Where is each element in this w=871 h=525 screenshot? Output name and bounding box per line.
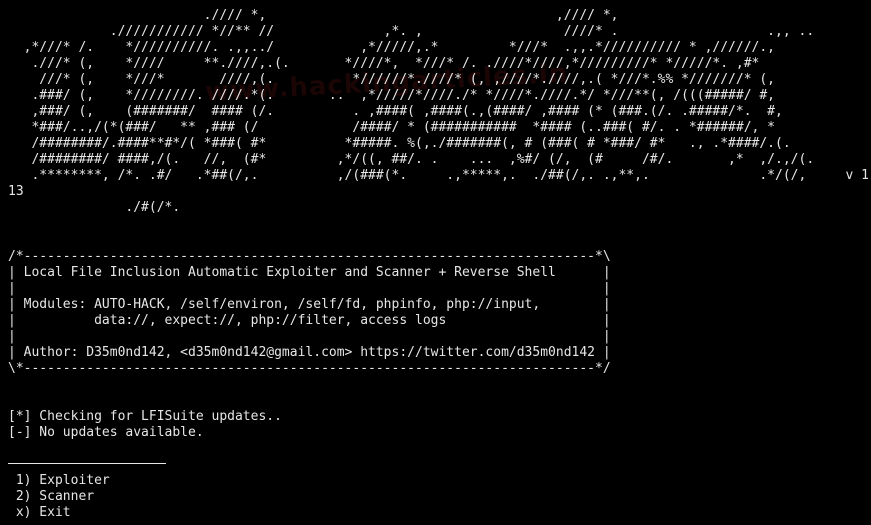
- banner-line: ,*///* /. *//////////. .,,../ ,*/////,.*…: [8, 40, 776, 55]
- info-box-description: | Local File Inclusion Automatic Exploit…: [8, 265, 611, 280]
- banner-line: ./#(/*.: [8, 200, 181, 215]
- banner-line: *###/..,/(*(###/ ** ,### (/ /####/ * (##…: [8, 120, 776, 135]
- info-box-modules: | Modules: AUTO-HACK, /self/environ, /se…: [8, 297, 611, 312]
- banner-line: ,###/ (, (#######/ #### (/. . ,####( ,##…: [8, 104, 783, 119]
- menu-option-exit[interactable]: x) Exit: [8, 505, 71, 521]
- status-checking-updates: [*] Checking for LFISuite updates..: [8, 409, 282, 424]
- info-box-border-top: /*--------------------------------------…: [8, 249, 611, 264]
- banner-line: .//// *, ,//// *,: [8, 8, 619, 23]
- menu-option-exploiter[interactable]: 1) Exploiter: [8, 473, 110, 489]
- banner-line: ./////////// *//** // ,*. , ////* . .,, …: [8, 24, 815, 39]
- info-box-blank: | |: [8, 329, 611, 344]
- info-box-border-bottom: \*--------------------------------------…: [8, 361, 611, 376]
- banner-line: .###/ (, *////////. ////.*(. .. ,*/////*…: [8, 88, 776, 103]
- banner-line: /########/ ####,/(. //, (#* ,*/((, ##/. …: [8, 152, 815, 167]
- status-no-updates: [-] No updates available.: [8, 425, 204, 440]
- info-box-modules-cont: | data://, expect://, php://filter, acce…: [8, 313, 611, 328]
- info-box-blank: | |: [8, 281, 611, 296]
- menu-separator: [8, 463, 166, 464]
- version-line: 13: [8, 184, 24, 199]
- banner-line: /########/.####**#*/( *###( #* *#####. %…: [8, 136, 791, 151]
- menu-option-scanner[interactable]: 2) Scanner: [8, 489, 94, 505]
- terminal-window[interactable]: www.hackingarticles.in .//// *, ,//// *,…: [0, 0, 871, 525]
- banner-line: .********, /*. .#/ .*##(/,. ,/(###(*. .,…: [8, 168, 871, 183]
- info-box-author: | Author: D35m0nd142, <d35m0nd142@gmail.…: [8, 345, 611, 360]
- banner-line: ///* (, *///* ////,(. *//////*.////* (, …: [8, 72, 776, 87]
- banner-line: .///* (, *//// **.////,.(. *////*, *///*…: [8, 56, 760, 71]
